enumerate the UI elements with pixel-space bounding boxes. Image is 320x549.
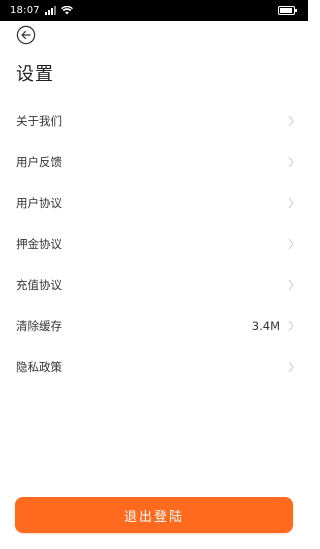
- wifi-icon: [60, 6, 73, 15]
- menu-item-label: 用户协议: [16, 195, 62, 210]
- menu-item-label: 充值协议: [16, 277, 62, 292]
- chevron-right-icon: [288, 115, 294, 127]
- status-time: 18:07: [10, 5, 40, 16]
- chevron-right-icon: [288, 320, 294, 332]
- settings-menu: 关于我们 用户反馈 用户协议 押金协议 充值协议 清除缓存 3.4M 隐私政策: [0, 100, 308, 387]
- settings-page: 18:07 设置 关于我们 用户反馈 用户协议 押金协议 充值协议 清除缓存 3…: [0, 0, 308, 549]
- chevron-right-icon: [288, 279, 294, 291]
- page-title: 设置: [16, 64, 54, 85]
- status-bar: 18:07: [0, 0, 308, 21]
- menu-item-deposit-agreement[interactable]: 押金协议: [0, 223, 308, 264]
- logout-button[interactable]: 退出登陆: [15, 497, 293, 533]
- menu-item-label: 隐私政策: [16, 359, 62, 374]
- chevron-right-icon: [288, 238, 294, 250]
- chevron-right-icon: [288, 156, 294, 168]
- signal-icon: [44, 6, 57, 15]
- menu-item-label: 用户反馈: [16, 154, 62, 169]
- menu-item-privacy-policy[interactable]: 隐私政策: [0, 346, 308, 387]
- chevron-right-icon: [288, 361, 294, 373]
- menu-item-feedback[interactable]: 用户反馈: [0, 141, 308, 182]
- cache-size-value: 3.4M: [251, 318, 280, 333]
- back-button[interactable]: [15, 25, 37, 49]
- menu-item-recharge-agreement[interactable]: 充值协议: [0, 264, 308, 305]
- menu-item-label: 清除缓存: [16, 318, 62, 333]
- menu-item-label: 押金协议: [16, 236, 62, 251]
- menu-item-user-agreement[interactable]: 用户协议: [0, 182, 308, 223]
- menu-item-about-us[interactable]: 关于我们: [0, 100, 308, 141]
- chevron-right-icon: [288, 197, 294, 209]
- battery-icon: [278, 6, 298, 15]
- back-arrow-icon: [16, 25, 36, 49]
- menu-item-clear-cache[interactable]: 清除缓存 3.4M: [0, 305, 308, 346]
- menu-item-label: 关于我们: [16, 113, 62, 128]
